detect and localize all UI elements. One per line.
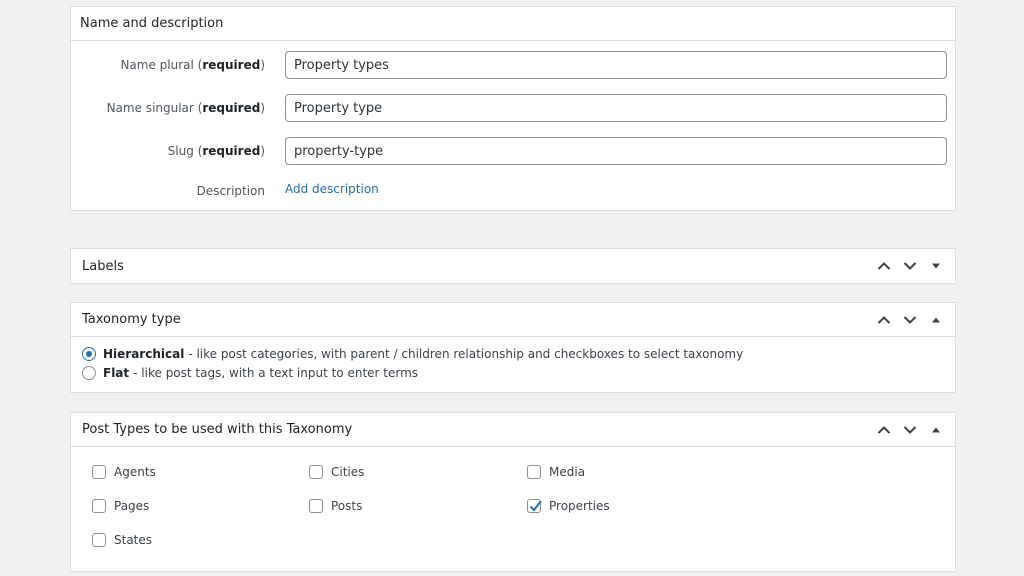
post-type-label: Pages <box>114 499 150 513</box>
post-types-header[interactable]: Post Types to be used with this Taxonomy <box>71 413 955 447</box>
slug-label: Slug (required) <box>167 144 265 158</box>
panel-title: Name and description <box>80 16 224 31</box>
post-type-label: Posts <box>331 499 363 513</box>
checkmark-icon <box>529 500 542 512</box>
flat-option[interactable]: Flat - like post tags, with a text input… <box>82 366 418 380</box>
triangle-up-icon[interactable] <box>925 419 947 441</box>
triangle-up-icon[interactable] <box>925 309 947 331</box>
name-description-header: Name and description <box>71 7 955 41</box>
name-description-panel: Name and description Name plural (requir… <box>70 6 956 211</box>
chevron-down-icon[interactable] <box>899 419 921 441</box>
add-description-link[interactable]: Add description <box>285 174 379 204</box>
post-type-label: Properties <box>549 499 610 513</box>
post-type-label: Agents <box>114 465 156 479</box>
post-type-label: Media <box>549 465 586 479</box>
description-label: Description <box>196 184 265 198</box>
post-type-states[interactable]: States <box>92 533 152 547</box>
name-plural-row: Name plural (required) <box>71 50 955 80</box>
post-type-media[interactable]: Media <box>527 465 585 479</box>
checkbox[interactable] <box>309 499 323 513</box>
triangle-down-icon[interactable] <box>925 255 947 277</box>
name-plural-input[interactable] <box>285 51 947 79</box>
name-plural-label: Name plural (required) <box>120 58 265 72</box>
slug-input[interactable] <box>285 137 947 165</box>
panel-title: Taxonomy type <box>82 312 181 327</box>
panel-controls <box>873 249 947 283</box>
checkbox[interactable] <box>92 499 106 513</box>
chevron-up-icon[interactable] <box>873 255 895 277</box>
post-type-properties[interactable]: Properties <box>527 499 610 513</box>
labels-header[interactable]: Labels <box>71 249 955 283</box>
taxonomy-type-panel: Taxonomy type Hierarchical - like post c… <box>70 302 956 393</box>
panel-controls <box>873 413 947 446</box>
chevron-up-icon[interactable] <box>873 309 895 331</box>
checkbox[interactable] <box>527 499 542 513</box>
post-type-label: States <box>114 533 153 547</box>
checkbox[interactable] <box>309 465 323 479</box>
option-description: - like post tags, with a text input to e… <box>133 366 419 380</box>
post-type-label: Cities <box>331 465 365 479</box>
chevron-up-icon[interactable] <box>873 419 895 441</box>
description-row: Description Add description <box>71 176 955 206</box>
post-type-agents[interactable]: Agents <box>92 465 156 479</box>
flat-radio[interactable] <box>82 366 96 380</box>
checkbox[interactable] <box>92 465 106 479</box>
name-singular-input[interactable] <box>285 94 947 122</box>
slug-row: Slug (required) <box>71 136 955 166</box>
hierarchical-option[interactable]: Hierarchical - like post categories, wit… <box>82 347 743 361</box>
checkbox[interactable] <box>92 533 106 547</box>
chevron-down-icon[interactable] <box>899 309 921 331</box>
labels-panel: Labels <box>70 248 956 284</box>
checkbox[interactable] <box>527 465 541 479</box>
panel-controls <box>873 303 947 336</box>
option-name: Flat <box>103 366 130 380</box>
post-type-posts[interactable]: Posts <box>309 499 362 513</box>
chevron-down-icon[interactable] <box>899 255 921 277</box>
hierarchical-radio[interactable] <box>82 347 96 361</box>
post-types-panel: Post Types to be used with this Taxonomy… <box>70 412 956 572</box>
panel-title: Post Types to be used with this Taxonomy <box>82 422 353 437</box>
option-description: - like post categories, with parent / ch… <box>188 347 744 361</box>
post-type-cities[interactable]: Cities <box>309 465 364 479</box>
name-singular-row: Name singular (required) <box>71 93 955 123</box>
panel-title: Labels <box>82 258 124 274</box>
name-singular-label: Name singular (required) <box>106 101 265 115</box>
taxonomy-type-header[interactable]: Taxonomy type <box>71 303 955 337</box>
post-type-pages[interactable]: Pages <box>92 499 149 513</box>
option-name: Hierarchical <box>103 347 185 361</box>
